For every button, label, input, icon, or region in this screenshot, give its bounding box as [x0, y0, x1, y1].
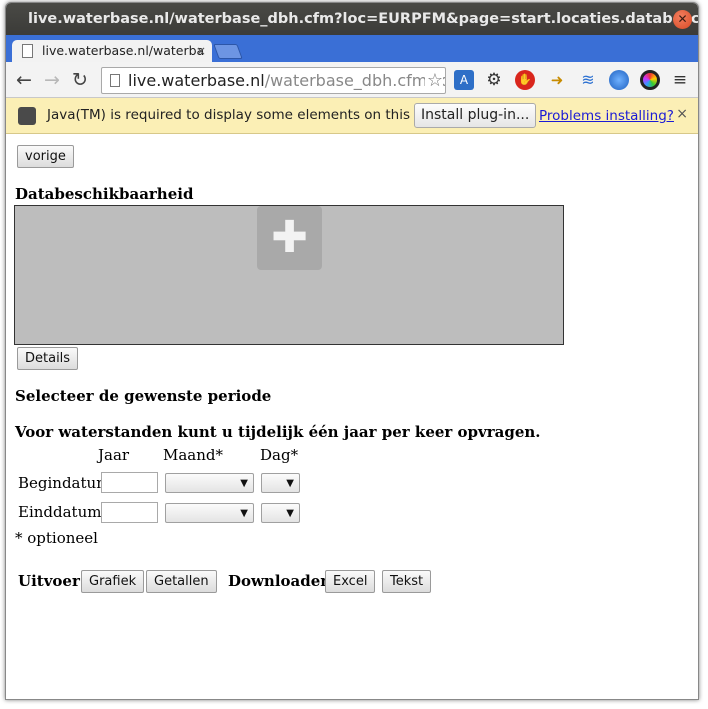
waves-icon[interactable]: ≋ [578, 70, 598, 90]
page-info-icon [110, 74, 120, 87]
month-column-label: Maand* [163, 446, 224, 464]
address-domain: live.waterbase.nl [128, 71, 265, 90]
address-path: /waterbase_dbh.cfm?loc= [264, 71, 445, 90]
window-close-button[interactable]: ✕ [673, 10, 692, 29]
optional-note: * optioneel [15, 529, 98, 547]
reload-icon[interactable]: ↻ [68, 68, 92, 92]
end-month-select[interactable]: ▼ [165, 503, 254, 523]
plugin-infobar: Java(TM) is required to display some ele… [6, 98, 698, 134]
chevron-down-icon: ▼ [286, 478, 294, 489]
text-button[interactable]: Tekst [382, 570, 432, 593]
problems-installing-link[interactable]: Problems installing? [539, 108, 674, 124]
adblock-icon[interactable]: ✋ [515, 70, 535, 90]
translate-icon[interactable]: A [454, 70, 474, 90]
excel-button[interactable]: Excel [325, 570, 376, 593]
output-label: Uitvoer: [18, 572, 86, 590]
back-button[interactable]: vorige [17, 145, 74, 168]
downloads-label: Downloaden: [228, 572, 337, 590]
day-column-label: Dag* [260, 446, 299, 464]
details-button[interactable]: Details [17, 347, 79, 370]
section-title: Databeschikbaarheid [15, 185, 194, 203]
note-heading: Voor waterstanden kunt u tijdelijk één j… [15, 423, 541, 441]
begin-date-label: Begindatum [18, 474, 111, 492]
browser-tab[interactable]: live.waterbase.nl/waterba × [12, 40, 212, 62]
tab-strip: live.waterbase.nl/waterba × [6, 35, 698, 62]
tab-close-icon[interactable]: × [196, 40, 206, 62]
address-bar[interactable]: live.waterbase.nl/waterbase_dbh.cfm?loc=… [101, 67, 446, 94]
new-tab-button[interactable] [213, 44, 243, 59]
numbers-button[interactable]: Getallen [146, 570, 217, 593]
end-day-select[interactable]: ▼ [261, 503, 300, 523]
puzzle-icon [18, 107, 36, 125]
year-column-label: Jaar [98, 446, 130, 464]
missing-plugin-icon: ✚ [257, 206, 322, 270]
globe-icon[interactable] [609, 70, 629, 90]
period-heading: Selecteer de gewenste periode [15, 387, 272, 405]
begin-month-select[interactable]: ▼ [165, 473, 254, 493]
tab-title: live.waterbase.nl/waterba [42, 43, 205, 58]
send-to-mobile-icon[interactable]: ➜ [547, 70, 567, 90]
page-icon [22, 44, 33, 58]
infobar-message: Java(TM) is required to display some ele… [47, 107, 445, 123]
begin-year-input[interactable] [101, 472, 158, 493]
infobar-close-icon[interactable]: × [676, 106, 688, 122]
install-plugin-button[interactable]: Install plug-in... [414, 103, 537, 128]
begin-day-select[interactable]: ▼ [261, 473, 300, 493]
java-applet-placeholder[interactable]: ✚ [14, 205, 564, 345]
browser-window: live.waterbase.nl/waterbase_dbh.cfm?loc=… [5, 2, 699, 700]
color-picker-icon[interactable] [640, 70, 660, 90]
gear-icon[interactable]: ⚙ [484, 70, 504, 90]
back-arrow-icon[interactable]: ← [12, 68, 36, 92]
browser-toolbar: ← → ↻ live.waterbase.nl/waterbase_dbh.cf… [6, 62, 698, 98]
forward-arrow-icon[interactable]: → [40, 68, 64, 92]
end-year-input[interactable] [101, 502, 158, 523]
end-date-label: Einddatum* [18, 503, 109, 521]
chevron-down-icon: ▼ [240, 478, 248, 489]
chart-button[interactable]: Grafiek [81, 570, 145, 593]
bookmark-star-icon[interactable]: ☆ [424, 68, 443, 93]
window-title: live.waterbase.nl/waterbase_dbh.cfm?loc=… [28, 11, 698, 27]
page-content: vorige Databeschikbaarheid ✚ Details Sel… [6, 134, 698, 699]
chevron-down-icon: ▼ [286, 508, 294, 519]
title-bar: live.waterbase.nl/waterbase_dbh.cfm?loc=… [6, 3, 698, 35]
chevron-down-icon: ▼ [240, 508, 248, 519]
menu-icon[interactable]: ≡ [670, 70, 690, 90]
